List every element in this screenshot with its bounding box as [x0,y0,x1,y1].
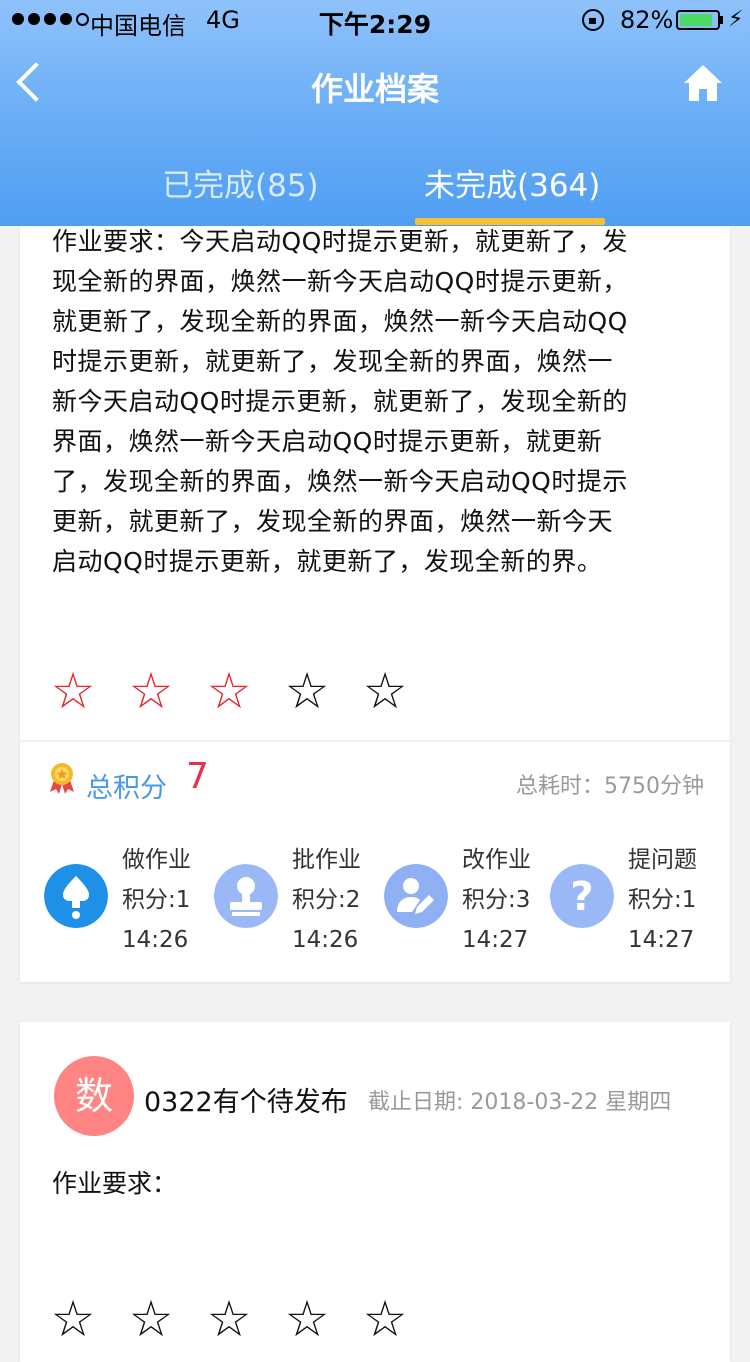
total-duration: 总耗时：5750分钟 [516,774,704,799]
stamp-icon [214,864,278,928]
star-rating[interactable]: ☆ ☆ ☆ ☆ ☆ [48,1294,410,1344]
battery-icon [676,10,720,30]
star-icon[interactable]: ☆ [48,666,98,716]
description-line: 界面，焕然一新今天启动QQ时提示更新，就更新 [52,427,603,456]
action-title: 提问题 [628,847,697,873]
description-line: 新今天启动QQ时提示更新，就更新了，发现全新的 [52,387,628,416]
description-line: 了，发现全新的界面，焕然一新今天启动QQ时提示 [52,467,628,496]
divider [20,740,730,742]
header: 中国电信 4G 下午2:29 82% ⚡ 作业档案 已完成(85) 未完成(36… [0,0,750,226]
subject-avatar: 数 [54,1056,134,1136]
battery-percent: 82% [620,6,674,34]
action-time: 14:27 [628,927,695,953]
upload-icon [44,864,108,928]
star-icon[interactable]: ☆ [48,1294,98,1344]
homework-card[interactable]: 数 0322有个待发布 截止日期: 2018-03-22 星期四 作业要求： ☆… [20,1022,730,1362]
description-line: 时提示更新，就更新了，发现全新的界面，焕然一 [52,347,614,376]
action-title: 批作业 [292,847,361,873]
edit-user-icon [384,864,448,928]
action-time: 14:27 [462,927,529,953]
star-rating[interactable]: ☆ ☆ ☆ ☆ ☆ [48,666,410,716]
svg-text:?: ? [570,874,593,920]
total-score-label: 总积分 [86,773,167,804]
action-score: 积分:1 [122,887,191,913]
description-line: 更新，就更新了，发现全新的界面，焕然一新今天 [52,507,614,536]
charging-icon: ⚡ [728,7,744,32]
action-time: 14:26 [122,927,189,953]
total-score-value: 7 [186,756,209,797]
description-line: 现全新的界面，焕然一新今天启动QQ时提示更新， [52,267,628,296]
homework-title: 0322有个待发布 [144,1087,348,1118]
star-icon[interactable]: ☆ [204,666,254,716]
active-tab-indicator [415,218,605,225]
star-icon[interactable]: ☆ [126,1294,176,1344]
question-icon: ? [550,864,614,928]
action-score: 积分:2 [292,887,361,913]
page-title: 作业档案 [310,70,439,108]
homework-deadline: 截止日期: 2018-03-22 星期四 [368,1090,672,1115]
action-score: 积分:1 [628,887,697,913]
action-time: 14:26 [292,927,359,953]
star-icon[interactable]: ☆ [282,666,332,716]
star-icon[interactable]: ☆ [282,1294,332,1344]
action-title: 改作业 [462,847,531,873]
star-icon[interactable]: ☆ [360,1294,410,1344]
homework-requirement: 作业要求： [52,1169,178,1198]
homework-description: 作业要求：今天启动QQ时提示更新，就更新了，发 现全新的界面，焕然一新今天启动Q… [52,222,702,582]
home-icon[interactable] [682,62,724,104]
orientation-lock-icon [582,9,604,31]
medal-icon [50,763,74,794]
description-line: 作业要求：今天启动QQ时提示更新，就更新了，发 [52,227,628,256]
action-score: 积分:3 [462,887,531,913]
description-line: 启动QQ时提示更新，就更新了，发现全新的界。 [52,547,603,576]
star-icon[interactable]: ☆ [126,666,176,716]
description-line: 就更新了，发现全新的界面，焕然一新今天启动QQ [52,307,628,336]
homework-card[interactable]: 作业要求：今天启动QQ时提示更新，就更新了，发 现全新的界面，焕然一新今天启动Q… [20,200,730,982]
tab-incomplete[interactable]: 未完成(364) [424,160,600,205]
star-icon[interactable]: ☆ [204,1294,254,1344]
action-title: 做作业 [122,847,191,873]
status-bar: 中国电信 4G 下午2:29 82% ⚡ [0,0,750,40]
star-icon[interactable]: ☆ [360,666,410,716]
tab-completed[interactable]: 已完成(85) [162,160,319,205]
